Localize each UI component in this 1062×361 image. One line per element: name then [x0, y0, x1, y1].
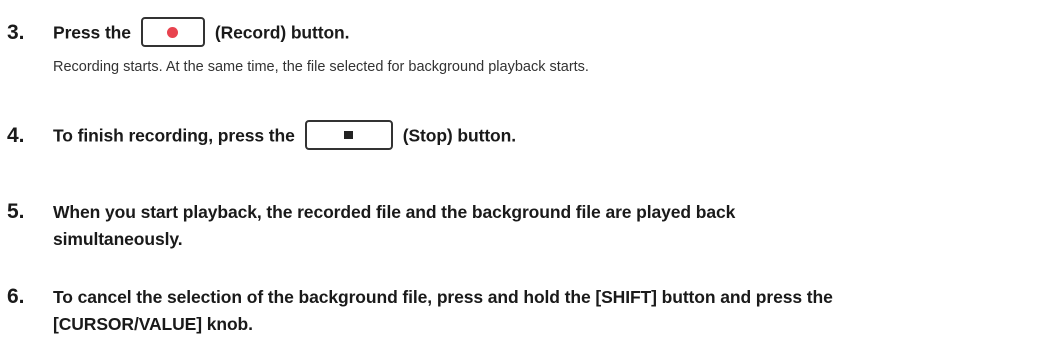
step-number: 3. [7, 20, 25, 44]
step-text-after: (Record) button. [214, 22, 350, 43]
step-text-line2: [CURSOR/VALUE] knob. [53, 314, 253, 334]
stop-icon [344, 131, 354, 139]
step-text-line1: When you start playback, the recorded fi… [53, 202, 736, 222]
step-number: 5. [7, 200, 25, 223]
record-button-illustration [140, 17, 205, 47]
step-text-line2: simultaneously. [53, 229, 183, 249]
step-text-before: Press the [53, 22, 131, 43]
step-text: Press the (Record) button. [53, 17, 350, 49]
step-5: 5. When you start playback, the recorded… [7, 199, 1053, 253]
step-text-before: To finish recording, press the [53, 125, 295, 146]
step-text: To cancel the selection of the backgroun… [53, 284, 1053, 338]
step-number: 4. [7, 123, 25, 147]
step-text-after: (Stop) button. [402, 125, 516, 146]
step-text: When you start playback, the recorded fi… [53, 199, 1053, 253]
record-icon [167, 26, 179, 38]
step-4: 4. To finish recording, press the (Stop) … [7, 120, 516, 152]
step-3-description: Recording starts. At the same time, the … [53, 59, 589, 75]
step-3: 3. Press the (Record) button. [7, 17, 350, 49]
step-number: 6. [7, 285, 25, 308]
step-text: To finish recording, press the (Stop) but… [53, 120, 516, 152]
stop-button-illustration [304, 120, 393, 150]
step-6: 6. To cancel the selection of the backgr… [7, 284, 1053, 338]
step-text-line1: To cancel the selection of the backgroun… [53, 287, 833, 307]
